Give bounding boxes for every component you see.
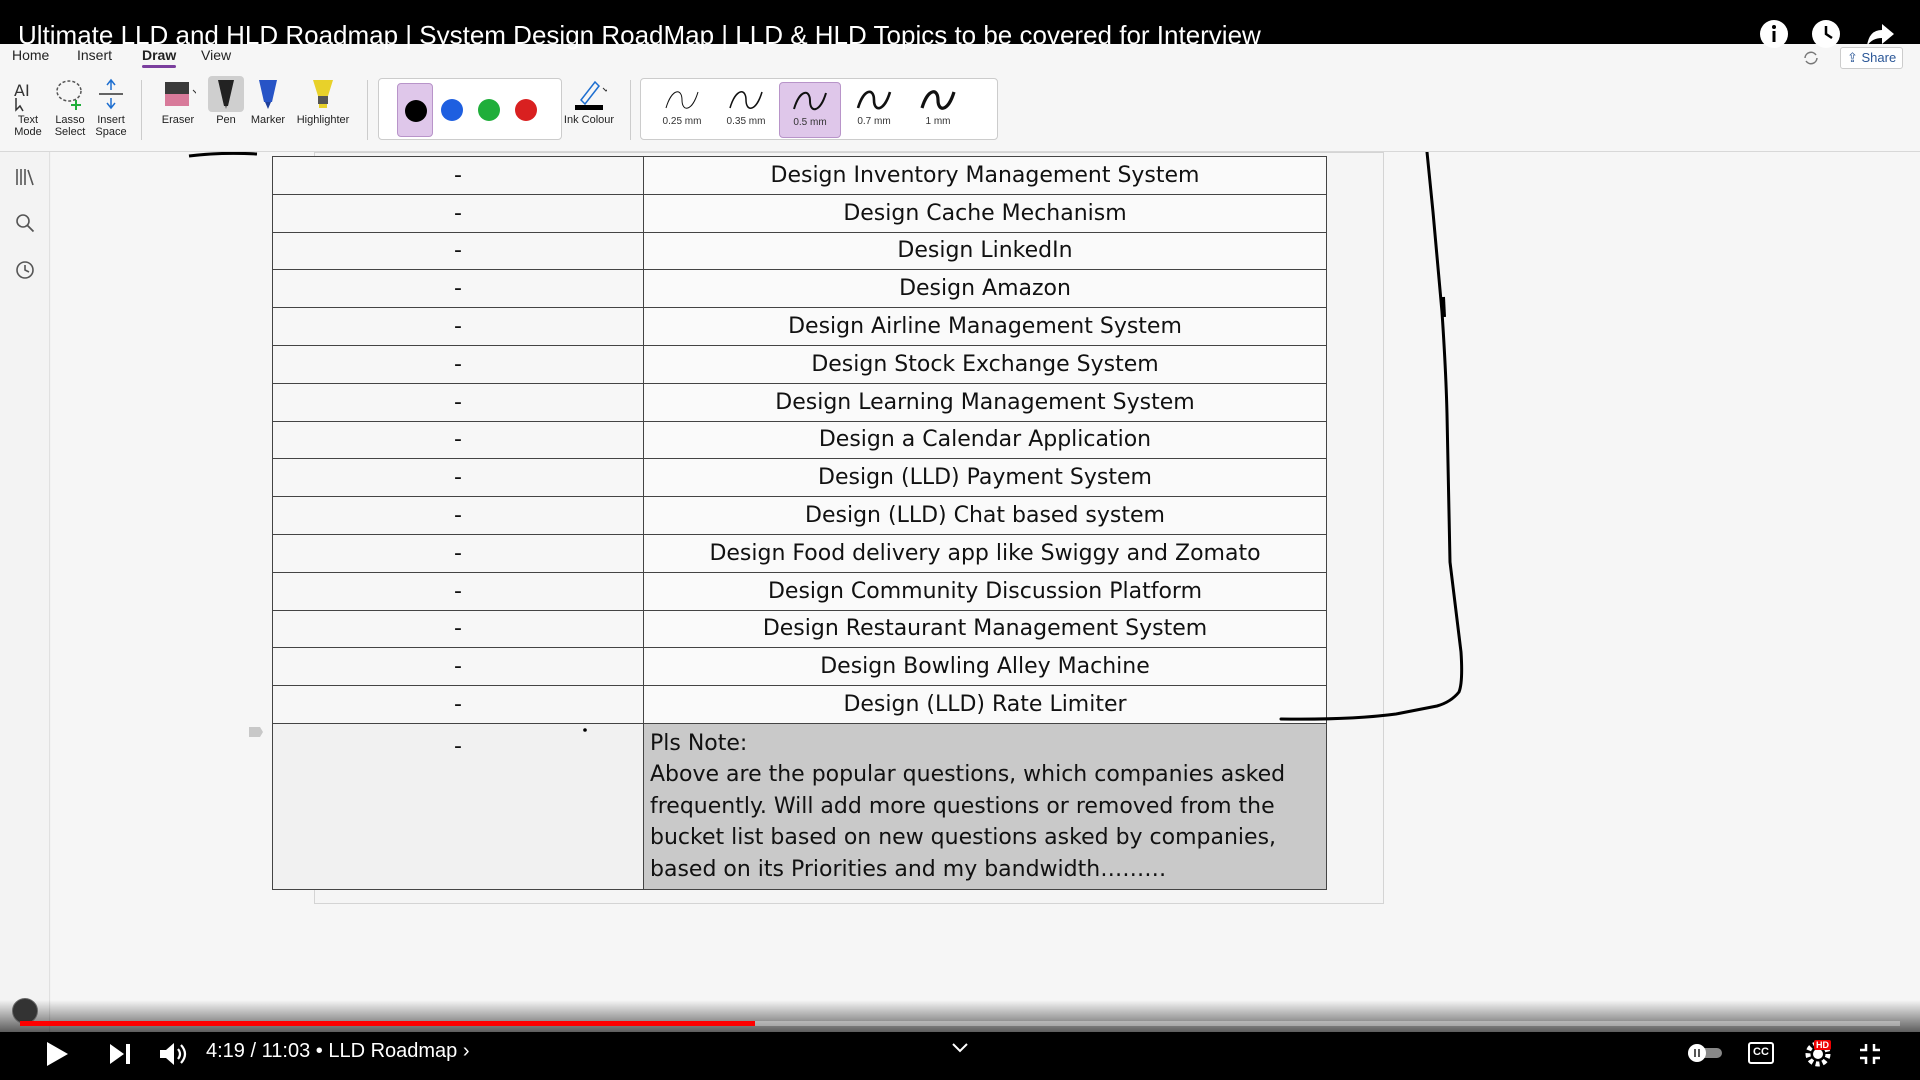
- chevron-right-icon[interactable]: ›: [463, 1040, 470, 1062]
- share-label: Share: [1861, 50, 1897, 65]
- share-icon: ⇪: [1847, 50, 1862, 65]
- marker-label: Marker: [250, 114, 286, 126]
- divider: [367, 80, 368, 140]
- marker-icon: [259, 80, 277, 109]
- insert-space-label: Insert Space: [95, 114, 127, 138]
- onenote-ribbon: Home Insert Draw View AI Text Mode Lasso…: [0, 44, 1920, 152]
- eraser-tool[interactable]: Eraser: [155, 76, 201, 126]
- play-icon[interactable]: [44, 1040, 70, 1068]
- thickness-label: 0.5 mm: [793, 117, 827, 128]
- text-mode-label: Text Mode: [14, 114, 42, 138]
- thickness-option[interactable]: 0.7 mm: [843, 82, 905, 138]
- swatch-red: [515, 99, 537, 121]
- share-arrow-icon[interactable]: [1864, 18, 1896, 50]
- paragraph-handle-icon[interactable]: [249, 727, 263, 737]
- pen-label: Pen: [216, 114, 236, 126]
- chapter-separator: •: [315, 1040, 329, 1062]
- pen-thickness-palette: 0.25 mm 0.35 mm 0.5 mm 0.7 mm 1 mm: [640, 78, 998, 140]
- highlighter-label: Highlighter: [296, 114, 350, 126]
- duration: 11:03: [261, 1040, 311, 1062]
- watch-later-clock-icon[interactable]: [1810, 18, 1842, 50]
- time-display: 4:19 / 11:03 • LLD Roadmap ›: [206, 1040, 470, 1063]
- hd-badge: HD: [1814, 1040, 1831, 1050]
- chapter-title[interactable]: LLD Roadmap: [328, 1040, 457, 1062]
- thickness-label: 0.35 mm: [726, 116, 766, 127]
- stroke-icon: [729, 91, 763, 109]
- ink-stroke: [1441, 296, 1446, 318]
- handwritten-ink-overlay: [188, 152, 1464, 737]
- recent-clock-icon[interactable]: [14, 259, 36, 281]
- current-time: 4:19: [206, 1040, 245, 1062]
- pen-icon: [208, 76, 244, 112]
- thickness-option[interactable]: 0.35 mm: [715, 82, 777, 138]
- highlighter-icon: [313, 80, 333, 108]
- time-separator: /: [250, 1040, 262, 1062]
- captions-label: CC: [1753, 1046, 1769, 1058]
- eraser-icon: [165, 82, 196, 106]
- swatch-blue: [441, 99, 463, 121]
- thickness-label: 0.7 mm: [857, 116, 891, 127]
- notebooks-icon[interactable]: [14, 166, 36, 188]
- ink-colour-label: Ink Colour: [563, 114, 615, 126]
- sync-icon[interactable]: [1802, 49, 1820, 67]
- stroke-icon: [920, 90, 956, 110]
- lasso-icon: [56, 80, 82, 110]
- info-icon[interactable]: [1758, 18, 1790, 50]
- thickness-option[interactable]: 0.25 mm: [651, 82, 713, 138]
- ink-stroke: [188, 152, 258, 158]
- swatch-black: [405, 100, 427, 122]
- insert-space-icon: [99, 78, 123, 110]
- autoplay-toggle-icon[interactable]: [1686, 1042, 1724, 1064]
- insert-space-tool[interactable]: Insert Space: [91, 76, 131, 138]
- ink-colour-icon: [575, 80, 607, 110]
- note-canvas[interactable]: - Design Inventory Management System - Desi…: [51, 152, 1920, 1032]
- color-option-green[interactable]: [471, 83, 507, 137]
- progress-played: [20, 1021, 756, 1026]
- exit-fullscreen-icon[interactable]: [1858, 1042, 1882, 1066]
- divider: [630, 80, 631, 140]
- divider: [141, 80, 142, 140]
- ink-stroke: [1279, 152, 1464, 721]
- stroke-icon: [793, 91, 827, 111]
- svg-text:AI: AI: [14, 81, 30, 100]
- pen-colors-palette: [378, 78, 562, 140]
- pen-tool[interactable]: Pen: [206, 76, 246, 126]
- search-icon[interactable]: [14, 212, 36, 234]
- captions-button[interactable]: CC: [1748, 1042, 1774, 1064]
- stroke-icon: [856, 90, 892, 110]
- ink-colour-tool[interactable]: Ink Colour: [562, 76, 616, 126]
- text-cursor-icon: AI: [14, 81, 30, 112]
- progress-bar[interactable]: [20, 1021, 1900, 1026]
- thickness-label: 0.25 mm: [662, 116, 702, 127]
- chevron-down-icon[interactable]: [951, 1042, 969, 1054]
- lasso-select-tool[interactable]: Lasso Select: [50, 76, 90, 138]
- color-option-black[interactable]: [397, 83, 433, 137]
- left-nav-rail: [0, 152, 50, 1032]
- swatch-green: [478, 99, 500, 121]
- color-option-blue[interactable]: [434, 83, 470, 137]
- eraser-label: Eraser: [161, 114, 195, 126]
- thickness-option-selected[interactable]: 0.5 mm: [779, 82, 841, 138]
- next-icon[interactable]: [108, 1042, 132, 1066]
- stroke-icon: [665, 91, 699, 109]
- text-mode-tool[interactable]: AI Text Mode: [8, 76, 48, 138]
- highlighter-tool[interactable]: Highlighter: [290, 76, 356, 126]
- video-title[interactable]: Ultimate LLD and HLD Roadmap | System De…: [18, 20, 1261, 51]
- volume-icon[interactable]: [158, 1040, 188, 1068]
- color-option-red[interactable]: [508, 83, 544, 137]
- ink-dot: [583, 728, 587, 732]
- lasso-select-label: Lasso Select: [54, 114, 86, 138]
- video-frame: Home Insert Draw View AI Text Mode Lasso…: [0, 0, 1920, 1080]
- share-button[interactable]: ⇪ Share: [1840, 47, 1904, 69]
- thickness-option[interactable]: 1 mm: [907, 82, 969, 138]
- thickness-label: 1 mm: [925, 116, 951, 127]
- marker-tool[interactable]: Marker: [248, 76, 288, 126]
